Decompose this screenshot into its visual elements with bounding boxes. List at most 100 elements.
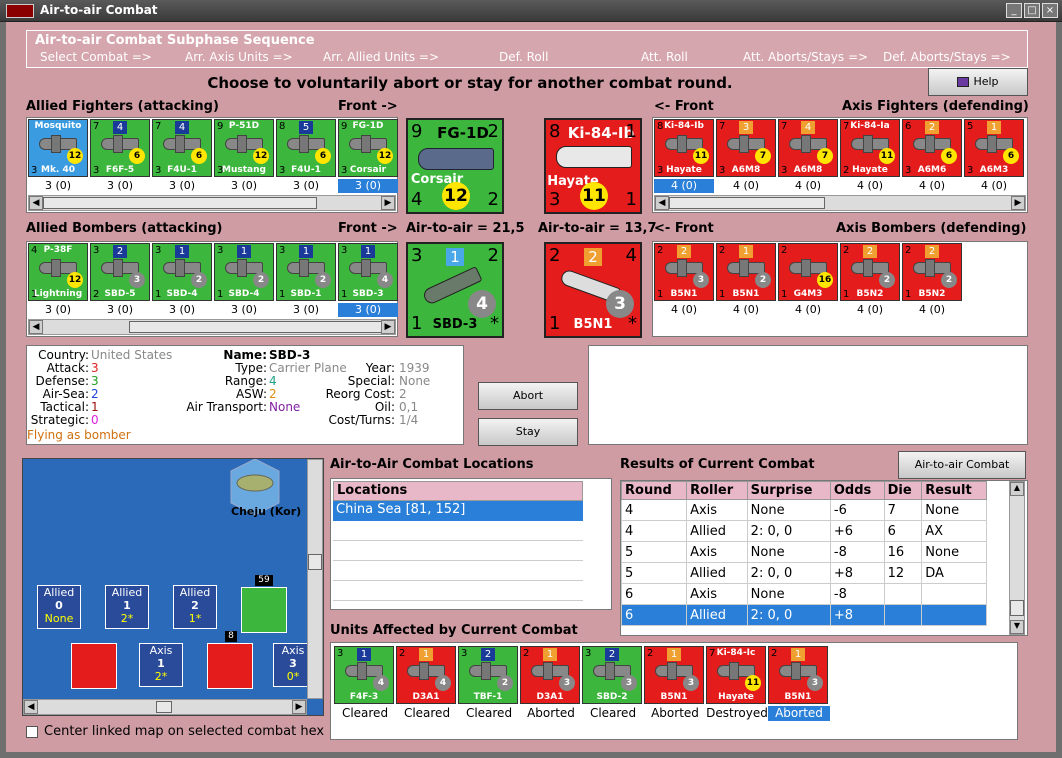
- counter-side: Allied: [111, 586, 143, 599]
- unit-subname: D3A1: [536, 692, 564, 702]
- unit-counter[interactable]: 3 1 4 1 SBD-3: [338, 243, 398, 301]
- map-counter-allied[interactable]: Allied 0 None: [37, 585, 81, 629]
- unit-counter[interactable]: 3 1 4 F4F-3: [334, 646, 394, 704]
- unit-counter[interactable]: 3 2 3 SBD-2: [582, 646, 642, 704]
- scroll-down-icon[interactable]: ▼: [1010, 620, 1024, 634]
- scroll-right-icon[interactable]: ▶: [381, 196, 395, 210]
- map-view[interactable]: Cheju (Kor) Allied 0 None Allied 1 2* Allied…: [22, 458, 324, 716]
- scroll-left-icon[interactable]: ◀: [29, 320, 43, 334]
- abort-button[interactable]: Abort: [478, 382, 578, 410]
- unit-counter[interactable]: 3 2 2 TBF-1: [458, 646, 518, 704]
- allied-fighters-scrollbar[interactable]: ◀ ▶: [28, 195, 396, 211]
- results-row[interactable]: 4 Allied 2: 0, 0 +6 6 AX: [620, 520, 987, 542]
- unit-counter[interactable]: 2 1 4 D3A1: [396, 646, 456, 704]
- help-button[interactable]: Help: [928, 68, 1028, 96]
- results-column-header[interactable]: Odds: [829, 481, 885, 500]
- unit-counter[interactable]: 7 4 7 3 A6M8: [778, 119, 838, 177]
- axis-stack[interactable]: [71, 643, 117, 689]
- unit-counter[interactable]: 7 4 6 3 F4U-1: [152, 119, 212, 177]
- axis-fighter-large-counter[interactable]: 8 Ki-84-Ib 1 Hayate 3 11 1: [544, 118, 642, 214]
- results-vscroll[interactable]: ▲ ▼: [1009, 481, 1025, 635]
- unit-counter[interactable]: 2 16 1 G4M3: [778, 243, 838, 301]
- unit-counter[interactable]: 8 Ki-84-Ib 11 3 Hayate: [654, 119, 714, 177]
- unit-counter[interactable]: 2 2 2 1 B5N2: [902, 243, 962, 301]
- results-column-header[interactable]: Result: [921, 481, 987, 500]
- axis-bomber-large-counter[interactable]: 2 2 4 3 1 B5N1 *: [544, 242, 642, 338]
- map-hscroll[interactable]: ◀ ▶: [23, 699, 307, 715]
- unit-counter[interactable]: 4 P-38F 12 1 Lightning: [28, 243, 88, 301]
- unit-counter[interactable]: 8 5 6 3 F4U-1: [276, 119, 336, 177]
- unit-counter[interactable]: 9 FG-1D 12 3 Corsair: [338, 119, 398, 177]
- unit-counter[interactable]: 3 2 3 2 SBD-5: [90, 243, 150, 301]
- map-counter-allied[interactable]: Allied 1 2*: [105, 585, 149, 629]
- unit-counter[interactable]: 2 1 3 B5N1: [644, 646, 704, 704]
- unit-counter[interactable]: 7 4 6 3 F6F-5: [90, 119, 150, 177]
- unit-counter[interactable]: 5 1 6 3 A6M3: [964, 119, 1024, 177]
- center-map-checkbox[interactable]: [26, 726, 38, 738]
- scroll-thumb[interactable]: [1010, 600, 1024, 616]
- big-value: 11: [580, 182, 608, 210]
- allied-fighter-stack[interactable]: [241, 587, 287, 633]
- results-row[interactable]: 6 Axis None -8: [620, 583, 987, 605]
- plane-icon: [556, 146, 632, 168]
- stay-button[interactable]: Stay: [478, 418, 578, 446]
- unit-counter[interactable]: 9 P-51D 12 3 Mustang: [214, 119, 274, 177]
- unit-counter[interactable]: 2 1 2 1 B5N1: [716, 243, 776, 301]
- scroll-thumb[interactable]: [129, 321, 383, 333]
- results-row[interactable]: 5 Allied 2: 0, 0 +8 12 DA: [620, 562, 987, 584]
- defense-label: Defense:: [35, 374, 89, 388]
- results-row[interactable]: 6 Allied 2: 0, 0 +8: [620, 604, 987, 626]
- results-column-header[interactable]: Roller: [686, 481, 748, 500]
- unit-counter[interactable]: 7 Ki-84-Ic 11 Hayate: [706, 646, 766, 704]
- scroll-thumb[interactable]: [308, 554, 322, 570]
- unit-counter[interactable]: 3 1 2 1 SBD-1: [276, 243, 336, 301]
- attack-label: Attack:: [46, 361, 89, 375]
- unit-counter[interactable]: 3 1 2 1 SBD-4: [214, 243, 274, 301]
- minimize-button[interactable]: _: [1006, 3, 1022, 18]
- allied-fighter-large-counter[interactable]: 9 FG-1D 2 Corsair 4 12 2: [406, 118, 504, 214]
- unit-value: 12: [67, 148, 83, 164]
- allied-bombers-scrollbar[interactable]: ◀ ▶: [28, 319, 396, 335]
- unit-counter[interactable]: 6 2 6 3 A6M6: [902, 119, 962, 177]
- scroll-left-icon[interactable]: ◀: [29, 196, 43, 210]
- scroll-right-icon[interactable]: ▶: [292, 700, 306, 714]
- results-column-header[interactable]: Surprise: [746, 481, 831, 500]
- scroll-left-icon[interactable]: ◀: [24, 700, 38, 714]
- unit-name: P-38F: [43, 245, 73, 255]
- unit-counter[interactable]: 2 1 3 D3A1: [520, 646, 580, 704]
- unit-counter[interactable]: 3 1 2 1 SBD-4: [152, 243, 212, 301]
- map-counter-axis[interactable]: Axis 1 2*: [139, 643, 183, 687]
- unit-counter[interactable]: 2 2 2 1 B5N2: [840, 243, 900, 301]
- unit-counter[interactable]: 7 Ki-84-Ia 11 2 Hayate: [840, 119, 900, 177]
- unit-class: 4: [113, 121, 127, 134]
- scroll-thumb[interactable]: [669, 197, 825, 209]
- results-row[interactable]: 5 Axis None -8 16 None: [620, 541, 987, 563]
- affected-status: Aborted: [527, 706, 575, 720]
- location-item[interactable]: China Sea [81, 152]: [333, 501, 583, 521]
- maximize-button[interactable]: □: [1024, 3, 1040, 18]
- unit-counter[interactable]: 7 3 7 3 A6M8: [716, 119, 776, 177]
- unit-subname: G4M3: [793, 289, 823, 299]
- unit-value: 3: [683, 675, 699, 691]
- scroll-right-icon[interactable]: ▶: [1011, 196, 1025, 210]
- unit-counter[interactable]: 2 1 3 B5N1: [768, 646, 828, 704]
- results-column-header[interactable]: Die: [883, 481, 923, 500]
- axis-bombers-header: Axis Bombers (defending): [836, 221, 1027, 236]
- results-row[interactable]: 4 Axis None -6 7 None: [620, 499, 987, 521]
- results-column-header[interactable]: Round: [620, 481, 688, 500]
- scroll-thumb[interactable]: [43, 197, 317, 209]
- axis-stack[interactable]: [207, 643, 253, 689]
- close-button[interactable]: ×: [1042, 3, 1058, 18]
- scroll-right-icon[interactable]: ▶: [381, 320, 395, 334]
- allied-bomber-large-counter[interactable]: 3 1 2 4 1 SBD-3 *: [406, 242, 504, 338]
- unit-counter[interactable]: Mosquito 12 3 Mk. 40: [28, 119, 88, 177]
- axis-fighters-scrollbar[interactable]: ◀ ▶: [654, 195, 1026, 211]
- scroll-left-icon[interactable]: ◀: [655, 196, 669, 210]
- combat-chart-button[interactable]: Air-to-air Combat Chart: [898, 451, 1026, 497]
- unit-info-panel: Country: United States Attack: 3 Defense…: [26, 345, 464, 445]
- map-counter-allied[interactable]: Allied 2 1*: [173, 585, 217, 629]
- unit-counter[interactable]: 2 2 3 1 B5N1: [654, 243, 714, 301]
- map-vscroll[interactable]: [307, 459, 323, 699]
- scroll-thumb[interactable]: [156, 701, 172, 713]
- scroll-up-icon[interactable]: ▲: [1010, 482, 1024, 496]
